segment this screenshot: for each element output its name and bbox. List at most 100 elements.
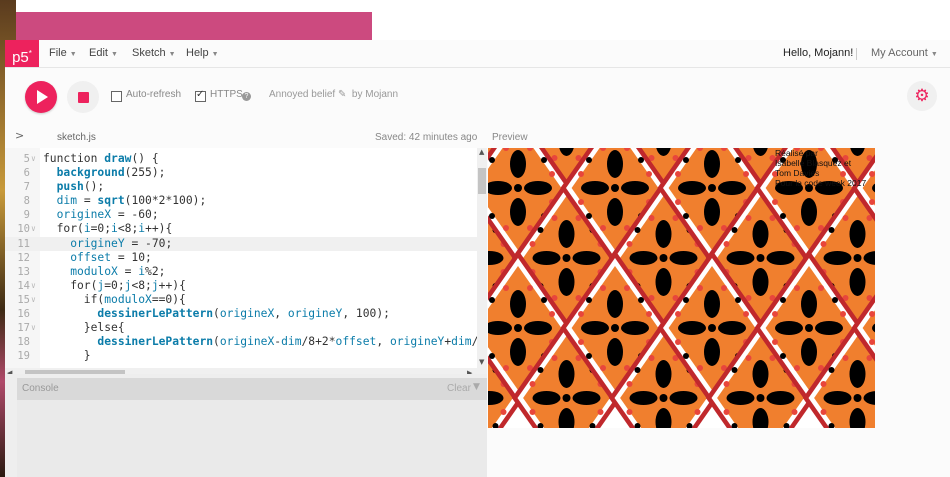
chevron-down-icon: ▼: [168, 51, 176, 58]
scroll-down-icon[interactable]: ▼: [479, 358, 484, 366]
line-number: 16: [17, 308, 30, 321]
code-line[interactable]: 7 push();: [5, 180, 477, 194]
credit-line: Isabelle Blasquez et: [775, 158, 852, 168]
code-editor[interactable]: 5 ∨ function draw() {6 background(255); 7 p…: [5, 148, 487, 374]
credit-line: Pour la code week 2017: [775, 178, 867, 188]
code-line[interactable]: 18 dessinerLePattern(origineX-dim/8+2*of…: [5, 335, 487, 349]
line-number: 13: [17, 265, 30, 278]
code-text: function draw() {: [43, 152, 159, 165]
line-number: 7: [23, 181, 30, 194]
preview-label: Preview: [492, 132, 528, 143]
chevron-down-icon: ▼: [930, 51, 938, 58]
code-text: background(255);: [56, 166, 166, 180]
line-number: 18: [17, 336, 30, 349]
code-line[interactable]: 16 dessinerLePattern(origineX, origineY,…: [5, 307, 477, 321]
line-number: 17: [17, 322, 30, 335]
console-clear-button[interactable]: Clear: [447, 383, 471, 394]
fold-chevron-icon[interactable]: ∨: [31, 293, 36, 307]
stop-button[interactable]: [67, 81, 99, 113]
code-lines[interactable]: 5 ∨ function draw() {6 background(255); 7 p…: [5, 152, 487, 363]
https-checkbox[interactable]: ✓: [195, 89, 206, 102]
line-number: 9: [23, 209, 30, 222]
line-number: 6: [23, 167, 30, 180]
chevron-down-icon: ▼: [69, 51, 77, 58]
code-text: }else{: [43, 321, 125, 335]
sidebar-toggle-chevron-icon[interactable]: >: [15, 129, 24, 142]
https-label: HTTPS: [210, 89, 243, 100]
code-line[interactable]: 11 origineY = -70;: [5, 236, 477, 251]
line-number: 10: [17, 223, 30, 236]
settings-button[interactable]: ⚙: [907, 81, 937, 111]
code-text: dessinerLePattern(origineX, origineY, 10…: [97, 307, 390, 321]
chevron-down-icon: ▼: [211, 51, 219, 58]
credits-text: Réalisé par Isabelle Blasquez et Tom Dav…: [775, 148, 866, 188]
user-greeting: Hello, Mojann!: [783, 47, 854, 59]
line-number: 19: [17, 350, 30, 363]
project-name[interactable]: Annoyed belief ✎ by Mojann: [269, 89, 398, 100]
background-pink-banner: [16, 12, 372, 42]
nav-divider: [856, 48, 857, 60]
p5-editor-app: p5* File ▼ Edit ▼ Sketch ▼ Help ▼ Hello, Moj…: [5, 40, 950, 477]
chevron-down-icon[interactable]: ▼: [473, 382, 480, 392]
chevron-down-icon: ▼: [110, 51, 118, 58]
line-number: 8: [23, 195, 30, 208]
console-label: Console: [22, 383, 59, 394]
gear-icon: ⚙: [914, 86, 930, 106]
file-tab-sketch[interactable]: sketch.js: [57, 132, 96, 143]
line-number: 5: [23, 153, 30, 165]
line-number: 15: [17, 293, 30, 306]
fold-chevron-icon[interactable]: ∨: [31, 152, 36, 166]
play-icon: [37, 90, 48, 104]
code-line[interactable]: 12 offset = 10;: [5, 251, 477, 265]
vertical-scroll-thumb[interactable]: [478, 168, 486, 194]
vertical-scrollbar[interactable]: ▲ ▼: [477, 148, 487, 368]
code-line[interactable]: 17 ∨ }else{: [5, 321, 477, 335]
checkmark-icon: ✓: [196, 89, 205, 100]
code-text: moduloX = i%2;: [70, 264, 166, 278]
line-number: 11: [17, 237, 30, 250]
menu-help[interactable]: Help ▼: [186, 40, 219, 67]
code-line[interactable]: 13 moduloX = i%2;: [5, 265, 477, 279]
code-text: if(moduloX==0){: [43, 292, 186, 306]
code-text: origineX = -60;: [56, 208, 159, 222]
menu-edit[interactable]: Edit ▼: [89, 40, 118, 67]
code-text: }: [43, 349, 91, 363]
code-text: push();: [56, 180, 105, 194]
code-line[interactable]: 14 ∨ for(j=0;j<8;j++){: [5, 279, 477, 293]
sketch-preview-canvas[interactable]: Réalisé par Isabelle Blasquez et Tom Dav…: [488, 148, 875, 428]
credit-line: Réalisé par: [775, 148, 818, 158]
p5-logo[interactable]: p5*: [5, 40, 39, 67]
code-line[interactable]: 15 ∨ if(moduloX==0){: [5, 293, 477, 307]
console-output: [17, 400, 487, 477]
code-text: dessinerLePattern(origineX-dim/8+2*offse…: [97, 335, 487, 349]
scroll-up-icon[interactable]: ▲: [479, 148, 484, 156]
pencil-icon: ✎: [337, 89, 347, 100]
code-text: for(j=0;j<8;j++){: [43, 278, 186, 292]
menu-sketch[interactable]: Sketch ▼: [132, 40, 176, 67]
code-line[interactable]: 10 ∨ for(i=0;i<8;i++){: [5, 222, 477, 236]
console-header[interactable]: Console Clear ▼: [17, 378, 487, 400]
top-nav: p5* File ▼ Edit ▼ Sketch ▼ Help ▼ Hello, Moj…: [5, 40, 950, 68]
menu-file[interactable]: File ▼: [49, 40, 77, 67]
line-number: 12: [17, 251, 30, 264]
line-number: 14: [17, 279, 30, 292]
code-line[interactable]: 6 background(255);: [5, 166, 477, 180]
fold-chevron-icon[interactable]: ∨: [31, 222, 36, 236]
fold-chevron-icon[interactable]: ∨: [31, 321, 36, 335]
auto-refresh-checkbox[interactable]: [111, 91, 122, 102]
play-button[interactable]: [25, 81, 57, 113]
code-line[interactable]: 8 dim = sqrt(100*2*100);: [5, 194, 477, 208]
my-account-menu[interactable]: My Account ▼: [871, 40, 938, 67]
credit-line: Tom Davies: [775, 168, 820, 178]
code-line[interactable]: 9 origineX = -60;: [5, 208, 477, 222]
stop-icon: [78, 92, 89, 103]
toolbar: Auto-refresh ✓ HTTPS ? Annoyed belief ✎ …: [5, 68, 950, 128]
fold-chevron-icon[interactable]: ∨: [31, 279, 36, 293]
code-line[interactable]: 5 ∨ function draw() {: [5, 152, 477, 166]
code-text: for(i=0;i<8;i++){: [43, 222, 173, 236]
info-icon[interactable]: ?: [242, 92, 251, 101]
code-line[interactable]: 19 }: [5, 349, 477, 363]
code-text: origineY = -70;: [70, 236, 173, 250]
auto-refresh-label: Auto-refresh: [126, 89, 182, 100]
saved-status: Saved: 42 minutes ago: [375, 132, 478, 143]
